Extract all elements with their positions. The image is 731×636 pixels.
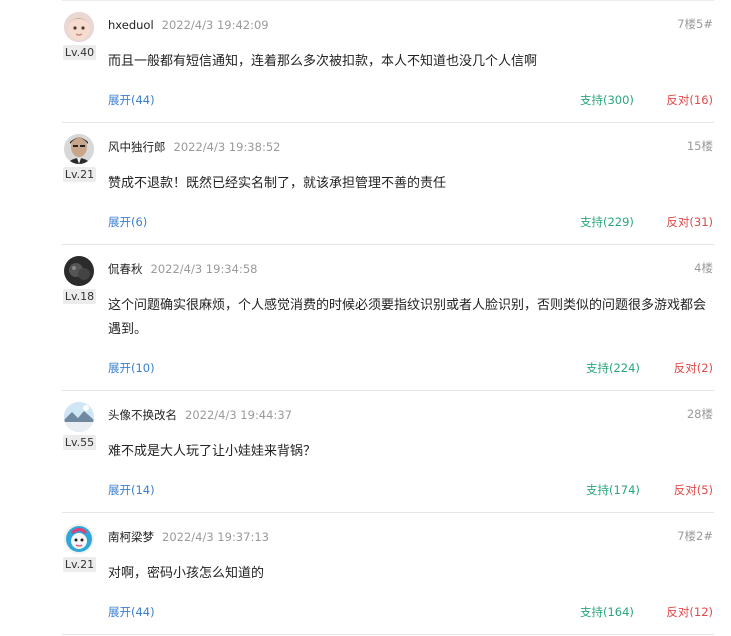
oppose-button[interactable]: 反对(5) xyxy=(674,482,713,498)
comment-meta: hxeduol 2022/4/3 19:42:09 xyxy=(108,16,269,32)
avatar-landscape-icon[interactable] xyxy=(64,402,94,432)
user-level-badge: Lv.40 xyxy=(63,45,96,60)
comment-time: 2022/4/3 19:44:37 xyxy=(185,408,292,422)
comment-item: Lv.40 hxeduol 2022/4/3 19:42:09 7楼5# 而且一般… xyxy=(0,0,731,123)
user-level-badge: Lv.21 xyxy=(63,167,96,182)
username[interactable]: 风中独行郎 xyxy=(108,140,166,154)
comment-meta: 侃春秋 2022/4/3 19:34:58 xyxy=(108,260,257,276)
avatar-baby-icon[interactable] xyxy=(64,12,94,42)
username[interactable]: 南柯梁梦 xyxy=(108,530,154,544)
comment-divider xyxy=(62,634,714,635)
avatar-dark-icon[interactable] xyxy=(64,256,94,286)
comment-time: 2022/4/3 19:37:13 xyxy=(162,530,269,544)
comment-item: Lv.21 南柯梁梦 2022/4/3 19:37:13 7楼2# 对啊，密码小孩… xyxy=(0,512,731,636)
comment-time: 2022/4/3 19:38:52 xyxy=(173,140,281,154)
floor-label: 28楼 xyxy=(686,407,713,421)
comment-text: 对啊，密码小孩怎么知道的 xyxy=(108,566,265,581)
floor-label: 7楼5# xyxy=(677,17,713,31)
floor-label: 15楼 xyxy=(686,139,713,153)
comment-meta: 头像不换改名 2022/4/3 19:44:37 xyxy=(108,406,292,422)
support-button[interactable]: 支持(224) xyxy=(586,360,640,376)
comment-item: Lv.18 侃春秋 2022/4/3 19:34:58 4楼 这个问题确实很麻烦，… xyxy=(0,244,731,391)
comment-meta: 南柯梁梦 2022/4/3 19:37:13 xyxy=(108,528,269,544)
comment-text: 难不成是大人玩了让小娃娃来背锅？ xyxy=(108,444,317,459)
comment-actions: 展开(14) 支持(174) 反对(5) xyxy=(108,482,713,498)
user-level-badge: Lv.55 xyxy=(63,435,96,450)
comment-meta: 风中独行郎 2022/4/3 19:38:52 xyxy=(108,138,280,154)
user-level-badge: Lv.21 xyxy=(63,557,96,572)
oppose-button[interactable]: 反对(12) xyxy=(666,604,713,620)
support-button[interactable]: 支持(164) xyxy=(580,604,634,620)
floor-label: 4楼 xyxy=(694,261,713,275)
comment-text: 而且一般都有短信通知，连着那么多次被扣款，本人不知道也没几个人信啊 xyxy=(108,54,538,69)
comment-text: 这个问题确实很麻烦，个人感觉消费的时候必须要指纹识别或者人脸识别，否则类似的问题… xyxy=(108,298,707,337)
expand-replies-link[interactable]: 展开(14) xyxy=(108,482,155,498)
support-button[interactable]: 支持(174) xyxy=(586,482,640,498)
comment-time: 2022/4/3 19:42:09 xyxy=(161,18,269,32)
expand-replies-link[interactable]: 展开(6) xyxy=(108,214,147,230)
support-button[interactable]: 支持(300) xyxy=(580,92,634,108)
support-button[interactable]: 支持(229) xyxy=(580,214,634,230)
comment-actions: 展开(10) 支持(224) 反对(2) xyxy=(108,360,713,376)
comment-actions: 展开(6) 支持(229) 反对(31) xyxy=(108,214,713,230)
expand-replies-link[interactable]: 展开(44) xyxy=(108,604,155,620)
oppose-button[interactable]: 反对(31) xyxy=(666,214,713,230)
user-level-badge: Lv.18 xyxy=(63,289,96,304)
comment-item: Lv.55 头像不换改名 2022/4/3 19:44:37 28楼 难不成是大人… xyxy=(0,390,731,513)
avatar-man-icon[interactable] xyxy=(64,134,94,164)
expand-replies-link[interactable]: 展开(44) xyxy=(108,92,155,108)
comment-actions: 展开(44) 支持(300) 反对(16) xyxy=(108,92,713,108)
comment-item: Lv.21 风中独行郎 2022/4/3 19:38:52 15楼 赞成不退款！既… xyxy=(0,122,731,245)
comment-actions: 展开(44) 支持(164) 反对(12) xyxy=(108,604,713,620)
comment-text: 赞成不退款！既然已经实名制了，就该承担管理不善的责任 xyxy=(108,176,447,191)
expand-replies-link[interactable]: 展开(10) xyxy=(108,360,155,376)
comment-time: 2022/4/3 19:34:58 xyxy=(150,262,258,276)
avatar-cartoon-icon[interactable] xyxy=(64,524,94,554)
oppose-button[interactable]: 反对(16) xyxy=(666,92,713,108)
floor-label: 7楼2# xyxy=(677,529,713,543)
username[interactable]: 头像不换改名 xyxy=(108,408,177,422)
username[interactable]: hxeduol xyxy=(108,18,154,32)
oppose-button[interactable]: 反对(2) xyxy=(674,360,713,376)
username[interactable]: 侃春秋 xyxy=(108,262,143,276)
